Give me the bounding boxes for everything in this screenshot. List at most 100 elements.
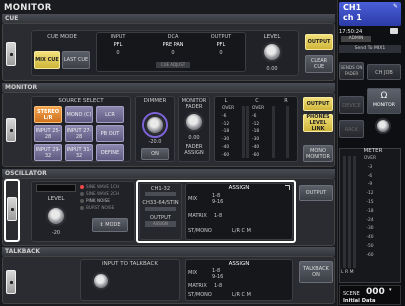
talkback-on-button[interactable]: TALKBACK ON [299,261,333,283]
cue-select-button[interactable] [6,42,16,66]
meter-tick: -40 [252,144,260,150]
expand-corner-icon[interactable] [285,185,290,190]
meter-tick: -12 [222,121,230,127]
meter-r-label: R [284,98,288,104]
oscillator-select-button[interactable] [7,197,17,221]
osc-ch-a-bar [145,192,176,196]
page-title: MONITOR [4,3,52,13]
meter-bar-c [272,106,275,158]
mode-item[interactable]: BURST NOISE [80,204,119,211]
stereo-lr-button[interactable]: STEREO L/R [34,106,62,123]
oscillator-level-label: LEVEL [47,196,65,202]
user-badge[interactable]: ADMIN [341,36,371,42]
scene-display[interactable]: SCENE 000 ▾ Initial Data [339,285,401,305]
cue-dca-adjust[interactable]: CUE ADJUST [156,62,190,68]
mode-label: PINK NOISE [86,198,110,203]
cue-input-value[interactable]: PFL [98,42,138,48]
mode-item[interactable]: SINE WAVE 1CH [80,183,119,190]
osc-st-mono-values[interactable]: L/R C M [232,228,272,234]
mode-item[interactable]: PINK NOISE [80,197,119,204]
talkback-select-button[interactable] [6,270,16,294]
define-button[interactable]: DEFINE [96,144,124,161]
cue-level-knob[interactable] [262,42,282,62]
pencil-icon[interactable]: ✎ [393,3,398,10]
monitor-meter-scale-2: OVER -6 -12 -18 -30 -40 -60 [252,105,264,160]
tb-matrix-range[interactable]: 1-8 [214,283,234,289]
osc-mix-range-2[interactable]: 9-16 [212,199,232,205]
meter-l-label: L [224,98,228,104]
tb-mix-range-2[interactable]: 9-16 [212,274,232,280]
lcr-button[interactable]: LCR [96,106,124,123]
talkback-input-knob[interactable] [92,272,110,290]
oscillator-output-button[interactable]: OUTPUT [299,185,333,201]
phones-level-link-button[interactable]: PHONES LEVEL LINK [303,114,333,132]
mix-cue-button[interactable]: MIX CUE [34,51,60,69]
monitor-select-button[interactable] [6,118,16,142]
oscillator-mode-list: SINE WAVE 1CH SINE WAVE 2CH PINK NOISE B… [80,183,119,211]
send-to-display[interactable]: Send To MIX1 [339,45,401,53]
mode-item[interactable]: SINE WAVE 2CH [80,190,119,197]
meter-tick: -6 [222,113,227,119]
oscillator-mode-button[interactable]: ⇕ MODE [92,218,128,232]
mode-label: SINE WAVE 2CH [86,191,120,196]
rack-button[interactable]: RACK [339,120,364,138]
ch-job-button[interactable]: CH JOB [367,64,401,80]
cue-section-label: CUE [2,14,335,23]
osc-matrix-label: MATRIX [188,213,207,219]
source-select-label: SOURCE SELECT [58,98,104,104]
sidebar-meter-tick: -3 [367,164,373,170]
sends-on-fader-button[interactable]: SENDS ON FADER [339,62,364,80]
dimmer-knob[interactable] [145,115,165,135]
tb-st-mono-values[interactable]: L/R C M [232,292,272,298]
cue-output-button[interactable]: OUTPUT [305,34,333,50]
talkback-section-label: TALKBACK [2,247,335,256]
meter-tick: -60 [252,152,260,158]
sidebar-meter-bar-r [348,156,351,268]
cue-output-value[interactable]: PFL [200,42,242,48]
dimmer-on-button[interactable]: ON [141,148,169,160]
oscillator-level-knob[interactable] [46,206,66,226]
osc-matrix-range[interactable]: 1-8 [214,213,234,219]
channel-number: CH1 [343,3,362,12]
cue-input-label: INPUT [110,34,126,40]
osc-ch-b[interactable]: CH33-64/STIN [139,200,182,206]
mono-monitor-button[interactable]: MONO MONITOR [303,145,333,162]
monitor-fader-knob[interactable] [184,112,204,132]
osc-assign-title: ASSIGN [228,185,250,191]
scene-arrow-icon[interactable]: ▾ [389,287,392,293]
monitor-window: MONITOR CUE CUE MODE MIX CUE LAST CUE IN… [0,0,337,306]
headphones-icon: Ω [380,91,388,101]
oscillator-name-field[interactable] [36,184,76,192]
monitor-output-button[interactable]: OUTPUT [303,97,333,111]
lock-icon[interactable] [390,28,398,34]
monitor-fader-label: MONITOR FADER [181,98,207,110]
pb-out-button[interactable]: PB OUT [96,125,124,142]
cue-output-zero: 0 [219,50,223,56]
input-25-28-button[interactable]: INPUT 25-28 [34,125,62,142]
device-button[interactable]: DEVICE [339,96,364,114]
fader-assign-label[interactable]: FADER ASSIGN [178,144,210,156]
mode-indicator-icon [80,191,84,196]
sidebar-meter-lrm: L R M [341,270,354,275]
sidebar-meter-tick: -12 [366,191,374,197]
input-29-32-button[interactable]: INPUT 29-32 [34,144,62,161]
selected-channel-tile[interactable]: CH1 ch 1 ✎ [339,2,401,26]
sidebar-meter-tick: -15 [366,199,374,205]
input-31-32-button[interactable]: INPUT 31-32 [65,144,93,161]
clear-cue-button[interactable]: CLEAR CUE [305,55,333,73]
meter-title: METER [363,148,383,154]
cue-level-label: LEVEL [263,34,281,40]
effect-knob-icon[interactable] [375,118,391,134]
osc-output-assign[interactable]: ASSIGN [145,221,176,227]
monitor-button-label: MONITOR [373,103,395,108]
mono-c-button[interactable]: MONO (C) [65,106,93,123]
last-cue-button[interactable]: LAST CUE [62,51,90,69]
sidebar-meter-tick: -30 [366,226,374,232]
input-27-28-button[interactable]: INPUT 27-28 [65,125,93,142]
monitor-button[interactable]: Ω MONITOR [367,88,401,114]
scene-label: SCENE [343,291,360,297]
mode-indicator-icon [80,198,84,203]
scene-number: 000 [366,287,385,297]
sidebar-meter-scale: OVER -3 -6 -9 -12 -15 -18 -24 -30 -40 -5… [363,155,377,261]
cue-dca-value[interactable]: PRE PAN [148,42,198,48]
